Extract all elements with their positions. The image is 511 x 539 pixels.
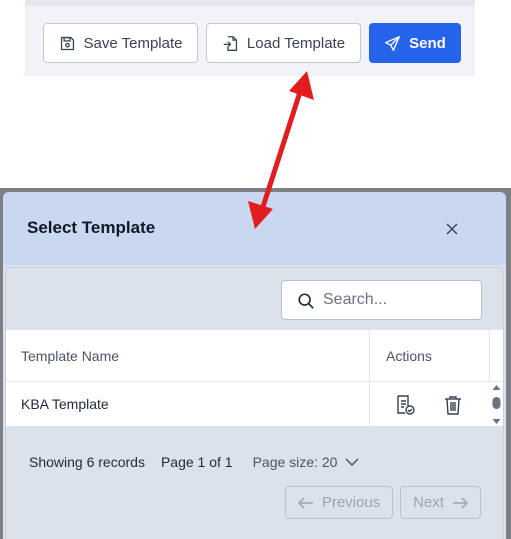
close-button[interactable] bbox=[441, 218, 463, 240]
column-header-actions: Actions bbox=[386, 348, 432, 364]
trash-icon bbox=[445, 396, 461, 415]
table-footer: Showing 6 records Page 1 of 1 Page size:… bbox=[29, 454, 359, 470]
next-page-button[interactable]: Next bbox=[400, 486, 481, 519]
page-indicator: Page 1 of 1 bbox=[160, 454, 233, 470]
modal-title: Select Template bbox=[27, 218, 156, 237]
arrow-right-icon bbox=[452, 496, 468, 509]
document-check-icon bbox=[397, 395, 415, 415]
previous-label: Previous bbox=[321, 494, 381, 511]
modal-header: Select Template bbox=[3, 192, 506, 265]
panel-divider bbox=[25, 0, 475, 6]
records-count: Showing 6 records bbox=[29, 454, 145, 470]
modal-body: Template Name Actions KBA Template bbox=[5, 267, 504, 539]
save-icon bbox=[60, 36, 74, 50]
send-icon bbox=[385, 35, 401, 51]
search-input[interactable] bbox=[323, 289, 473, 311]
table-row[interactable]: KBA Template bbox=[6, 382, 503, 426]
select-template-modal: Select Template Template Name Actions KB… bbox=[3, 192, 506, 539]
select-template-button[interactable] bbox=[394, 394, 416, 416]
previous-page-button[interactable]: Previous bbox=[285, 486, 393, 519]
templates-table: Template Name Actions KBA Template bbox=[6, 330, 503, 426]
load-template-label: Load Template bbox=[246, 34, 346, 52]
page-size-select[interactable]: Page size: 20 bbox=[253, 454, 360, 470]
load-template-button[interactable]: Load Template bbox=[206, 23, 361, 63]
column-header-template-name[interactable]: Template Name bbox=[21, 348, 119, 364]
save-template-label: Save Template bbox=[83, 34, 183, 52]
search-icon bbox=[298, 293, 314, 309]
table-header: Template Name Actions bbox=[6, 330, 503, 382]
send-button[interactable]: Send bbox=[369, 23, 461, 63]
template-name-cell[interactable]: KBA Template bbox=[21, 396, 109, 412]
load-file-icon bbox=[223, 35, 238, 51]
page-size-label: Page size: 20 bbox=[252, 454, 338, 470]
close-icon bbox=[446, 223, 458, 235]
search-field[interactable] bbox=[281, 280, 482, 320]
table-scrollbar[interactable] bbox=[490, 382, 503, 427]
send-label: Send bbox=[409, 34, 446, 52]
arrow-left-icon bbox=[297, 496, 313, 509]
next-label: Next bbox=[413, 494, 444, 511]
chevron-down-icon bbox=[345, 458, 359, 467]
delete-template-button[interactable] bbox=[442, 394, 464, 416]
save-template-button[interactable]: Save Template bbox=[43, 23, 198, 63]
